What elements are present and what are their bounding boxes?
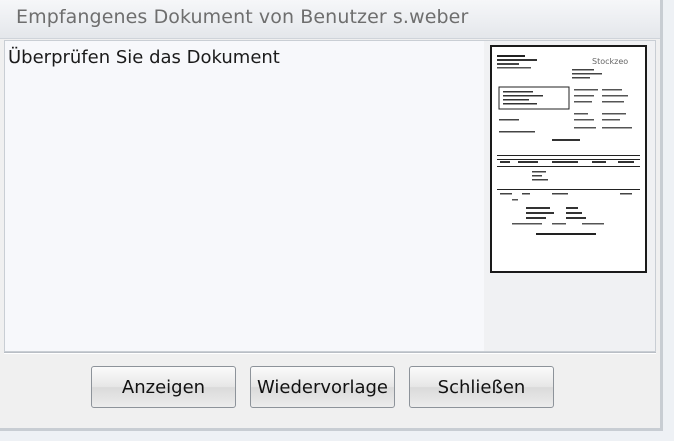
close-button[interactable]: Schließen [409, 366, 554, 408]
thumbnail-page-content [497, 55, 640, 235]
window-title: Empfangenes Dokument von Benutzer s.webe… [16, 6, 469, 28]
button-divider [4, 352, 656, 354]
content-area: Überprüfen Sie das Dokument Stockzeo [4, 40, 656, 352]
document-thumbnail[interactable]: Stockzeo [490, 45, 647, 273]
document-dialog: Empfangenes Dokument von Benutzer s.webe… [0, 0, 663, 431]
preview-pane: Stockzeo [484, 41, 655, 351]
message-text: Überprüfen Sie das Dokument [8, 47, 280, 68]
title-bar: Empfangenes Dokument von Benutzer s.webe… [0, 0, 660, 39]
show-button[interactable]: Anzeigen [91, 366, 236, 408]
resubmit-button[interactable]: Wiedervorlage [250, 366, 395, 408]
